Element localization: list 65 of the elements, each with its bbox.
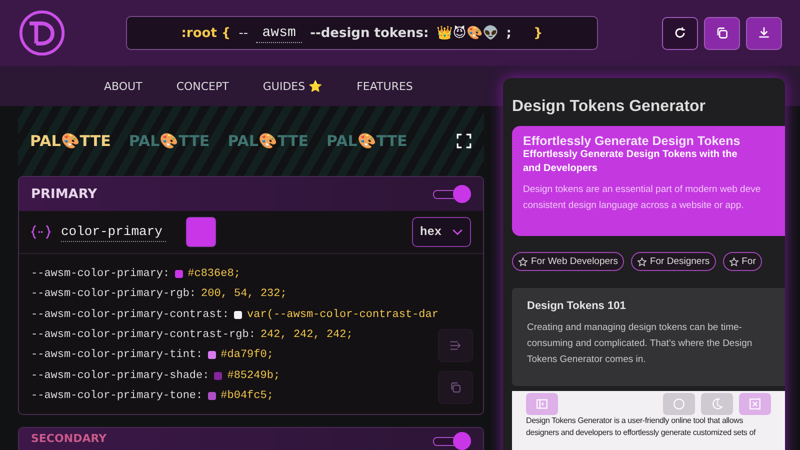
property-name: --awsm-color-primary-tint: <box>31 349 203 362</box>
nav-link[interactable]: GUIDES ⭐ <box>262 80 323 92</box>
property-value: #b04fc5; <box>220 390 274 402</box>
name-field[interactable]: color-primary <box>61 222 166 242</box>
property-name: --awsm-color-primary-contrast: <box>31 308 230 321</box>
circle-icon <box>672 397 686 411</box>
property-name: --awsm-color-primary-tone: <box>31 390 203 402</box>
tag-chip[interactable]: For Designers <box>630 252 716 271</box>
close-icon <box>748 397 762 411</box>
color-picker-button[interactable] <box>186 217 216 247</box>
property-value: #c836e8; <box>188 268 240 280</box>
faded-title: PAL🎨TTE <box>228 132 309 150</box>
tag-chip[interactable]: For <box>722 252 762 271</box>
property-value: var(--awsm-color-contrast-dar <box>247 308 438 321</box>
hero-subheading: and Developers <box>523 162 598 176</box>
card-text: Creating and managing design tokens can be time-consuming and complicated. That’s where the Design Tokens Generator comes in. <box>527 321 754 367</box>
fullscreen-icon[interactable] <box>456 133 472 149</box>
download-button[interactable] <box>746 16 782 50</box>
code-text: ; <box>506 26 512 40</box>
toggle-switch[interactable] <box>433 185 471 203</box>
hero-heading: Effortlessly Generate Design Tokens <box>523 134 742 148</box>
star-icon <box>636 256 647 266</box>
palette-title: PAL🎨TTE <box>30 132 111 150</box>
moon-icon <box>710 397 724 411</box>
property-name: --awsm-color-primary-contrast-rgb: <box>31 329 256 342</box>
star-icon <box>518 256 528 266</box>
preview-text: Design Tokens Generator is a user-friendly online tool that allows <box>526 415 744 427</box>
sidebar-toggle-button[interactable] <box>526 393 558 415</box>
panel-title: Design Tokens Generator <box>512 98 707 116</box>
property-value: 200, 54, 232; <box>201 288 287 300</box>
card-title: Design Tokens 101 <box>527 300 627 312</box>
code-text: --design tokens: <box>310 26 429 40</box>
card-title: PRIMARY <box>31 186 98 202</box>
code-text: -- <box>238 26 248 40</box>
hero-text: consistent design language across a website or app. <box>523 199 745 213</box>
nav-link[interactable]: CONCEPT <box>176 80 229 92</box>
faded-title: PAL🎨TTE <box>326 132 408 150</box>
property-value: 242, 242, 242; <box>260 329 353 342</box>
variable-icon <box>31 225 51 239</box>
property-value: #85249b; <box>227 370 280 382</box>
format-select[interactable]: hex <box>412 217 471 247</box>
property-name: --awsm-color-primary-shade: <box>31 370 210 382</box>
property-name: --awsm-color-primary-rgb: <box>31 288 196 300</box>
copy-button[interactable] <box>704 16 740 50</box>
faded-title: PAL🎨TTE <box>128 132 210 150</box>
code-text: } <box>534 26 543 40</box>
card-title: SECONDARY <box>31 432 107 446</box>
emoji-text: 👑😈🎨👽 <box>436 25 498 41</box>
nav-link[interactable]: ABOUT <box>104 80 142 92</box>
logo-icon[interactable] <box>18 9 66 57</box>
code-text: :root { <box>181 26 231 40</box>
sidebar-icon <box>535 397 549 411</box>
copy-icon <box>448 380 464 396</box>
chevron-down-icon <box>452 228 463 236</box>
property-value: #da79f0; <box>220 349 274 362</box>
hero-text: Design tokens are an essential part of modern web deve <box>523 183 762 197</box>
hero-subheading: Effortlessly Generate Design Tokens with the <box>523 148 738 162</box>
prefix-field[interactable]: awsm <box>256 24 302 42</box>
tag-chip[interactable]: For Web Developers <box>512 252 624 271</box>
toggle-switch[interactable] <box>433 432 471 450</box>
refresh-button[interactable] <box>662 16 698 50</box>
property-name: --awsm-color-primary: <box>31 268 170 280</box>
preview-text: designers and developers to effortlessly generate customized sets of <box>526 427 757 439</box>
nav-link[interactable]: FEATURES <box>356 80 413 92</box>
star-icon <box>728 256 739 266</box>
